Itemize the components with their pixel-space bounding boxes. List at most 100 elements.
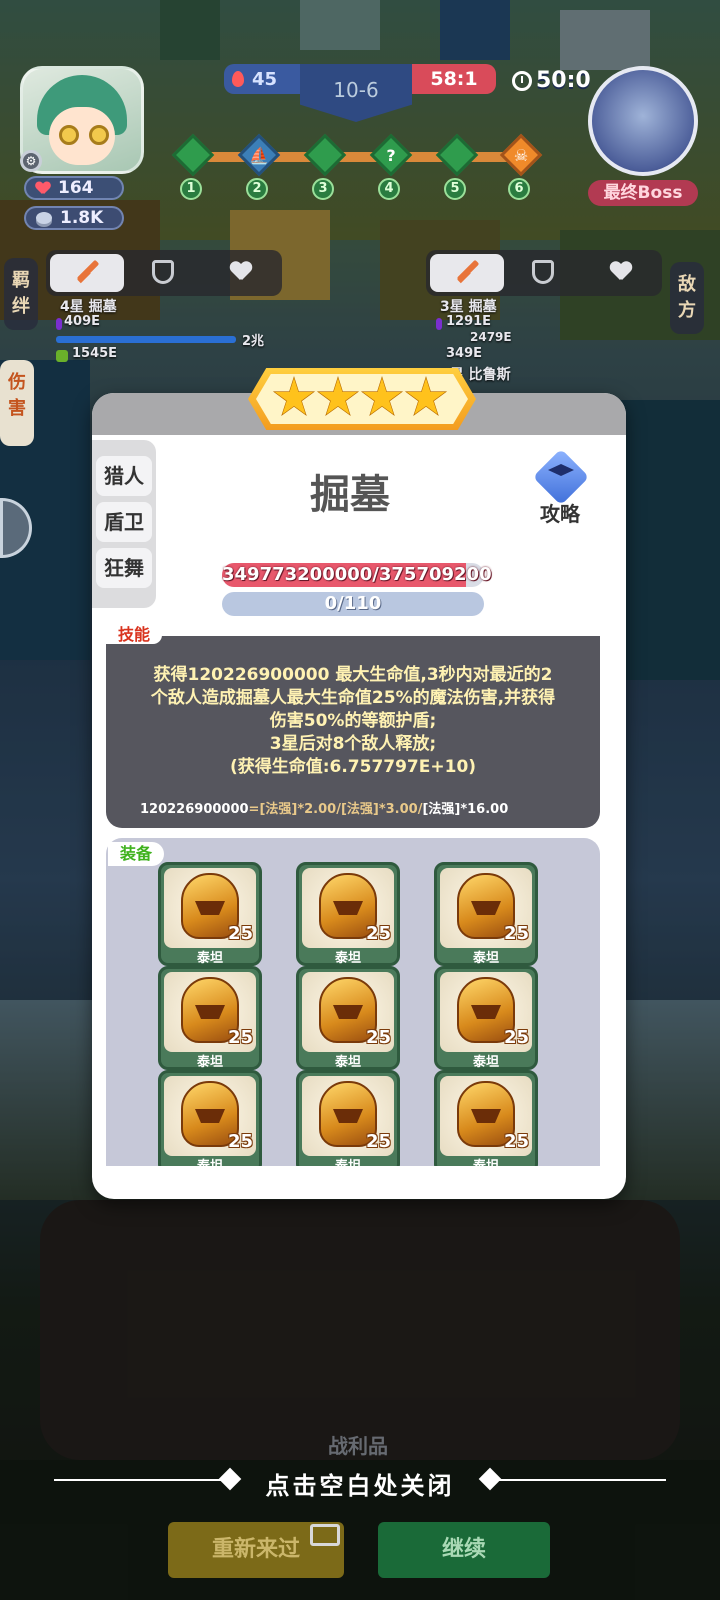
enemy-attack-tab[interactable] <box>430 254 504 292</box>
stage-indicator: 10-6 <box>300 64 412 122</box>
skill-tag: 技能 <box>106 626 163 644</box>
boss-label: 最终Boss <box>588 180 698 206</box>
stage-header: 45 10-6 58:1 <box>224 64 496 124</box>
enemy-unit-panel <box>426 250 662 296</box>
clock-icon <box>512 70 532 91</box>
equipment-name: 泰坦 <box>161 1155 259 1166</box>
enemy-stat-1: 1291E <box>446 314 492 329</box>
avatar-eye <box>89 125 109 145</box>
skill-line: 3星后对8个敌人释放; <box>269 734 437 754</box>
equipment-level: 25 <box>365 1027 391 1048</box>
player-hp-pill: 164 <box>24 176 124 200</box>
hero-name: 掘墓 <box>310 472 390 518</box>
blood-counter: 45 <box>224 64 300 94</box>
spoils-label: 战利品 <box>328 1434 388 1458</box>
stage-node-6-boss: ☠ <box>499 133 543 177</box>
skill-line: 伤害50%的等额护盾; <box>269 711 437 731</box>
stage-num: 6 <box>508 178 530 200</box>
equipment-level: 25 <box>503 1131 529 1152</box>
sword-icon <box>74 260 100 286</box>
stage-node-5 <box>435 133 479 177</box>
enemy-stat-3: 349E <box>446 346 483 361</box>
class-tab-dancer[interactable]: 狂舞 <box>96 548 152 588</box>
ship-icon: ⛵ <box>249 146 269 165</box>
sword-icon <box>454 260 480 286</box>
stat-marker-purple <box>56 318 62 330</box>
equipment-level: 25 <box>503 1027 529 1048</box>
blood-count-value: 45 <box>252 68 278 90</box>
skill-formula: 120226900000=[法强]*2.00/[法强]*3.00/[法强]*16… <box>140 798 508 817</box>
ally-unit-panel <box>46 250 282 296</box>
formula-tail: [法强]*16.00 <box>422 802 509 817</box>
stage-num: 2 <box>246 178 268 200</box>
blood-drop-icon <box>232 71 244 87</box>
hero-mana-bar: 0/110 <box>222 592 484 616</box>
equipment-level: 25 <box>365 1131 391 1152</box>
stage-progress-track: ⛵ ? ☠ 1 2 3 4 5 6 <box>171 132 544 200</box>
avatar-eye <box>59 125 79 145</box>
stage-node-1 <box>171 133 215 177</box>
equipment-level: 25 <box>365 923 391 944</box>
formula-value: 120226900000 <box>140 802 249 817</box>
close-hint[interactable]: 点击空白处关闭 <box>0 1466 720 1501</box>
shield-icon[interactable] <box>532 260 554 284</box>
ally-stat-1: 409E <box>64 314 101 329</box>
equipment-slot[interactable]: 25 泰坦 <box>296 1070 400 1166</box>
timer-value: 50:0 <box>536 68 591 93</box>
equipment-slot[interactable]: 25 泰坦 <box>434 1070 538 1166</box>
skill-description: 获得120226900000 最大生命值,3秒内对最近的2 个敌人造成掘墓人最大… <box>120 664 586 779</box>
stage-num: 3 <box>312 178 334 200</box>
class-tab-hunter[interactable]: 猎人 <box>96 456 152 496</box>
equipment-tag: 装备 <box>108 842 165 866</box>
bond-tab[interactable]: 羁绊 <box>4 258 38 330</box>
equipment-slot[interactable]: 25 泰坦 <box>158 1070 262 1166</box>
heart-icon <box>36 182 50 195</box>
equipment-slot[interactable]: 25 泰坦 <box>434 862 538 966</box>
heart-icon[interactable] <box>230 262 252 282</box>
skull-icon: ☠ <box>513 146 529 165</box>
equipment-level: 25 <box>227 1027 253 1048</box>
formula-expression: =[法强]*2.00/[法强]*3.00/ <box>248 802 423 817</box>
video-ad-icon <box>310 1524 340 1546</box>
equipment-section[interactable]: 25 泰坦 25 泰坦 25 泰坦 25 泰坦 25 泰坦 25 泰坦 25 泰坦 25 泰坦 25 泰坦 <box>106 838 600 1166</box>
ally-attack-tab[interactable] <box>50 254 124 292</box>
stage-node-3 <box>303 133 347 177</box>
equipment-slot[interactable]: 25 泰坦 <box>296 966 400 1070</box>
ally-stat-2: 1545E <box>72 346 118 361</box>
equipment-slot[interactable]: 25 泰坦 <box>158 966 262 1070</box>
stage-num: 5 <box>444 178 466 200</box>
equipment-level: 25 <box>503 923 529 944</box>
guide-label: 攻略 <box>540 502 580 526</box>
shield-icon[interactable] <box>152 260 174 284</box>
stat-marker-purple <box>436 318 442 330</box>
skill-line: (获得生命值:6.757797E+10) <box>229 757 477 777</box>
ally-bar-label: 2兆 <box>242 334 265 349</box>
guide-cube-icon <box>532 448 590 506</box>
player-hp-value: 164 <box>58 178 94 198</box>
stage-num: 4 <box>378 178 400 200</box>
equipment-slot[interactable]: 25 泰坦 <box>158 862 262 966</box>
stage-node-4: ? <box>369 133 413 177</box>
enemy-tab[interactable]: 敌方 <box>670 262 704 334</box>
class-tab-guardian[interactable]: 盾卫 <box>96 502 152 542</box>
equipment-slot[interactable]: 25 泰坦 <box>434 966 538 1070</box>
round-timer: 50:0 <box>512 68 591 93</box>
heart-icon[interactable] <box>610 262 632 282</box>
damage-tab[interactable]: 伤害 <box>0 360 34 446</box>
equipment-name: 泰坦 <box>196 1055 223 1070</box>
enemy-stat-2: 2479E <box>470 330 512 344</box>
boss-avatar[interactable] <box>588 66 698 176</box>
equipment-name: 泰坦 <box>472 1055 499 1070</box>
equipment-slot[interactable]: 25 泰坦 <box>296 862 400 966</box>
equipment-name: 泰坦 <box>299 1155 397 1166</box>
equipment-name: 泰坦 <box>472 951 499 966</box>
equipment-level: 25 <box>227 923 253 944</box>
settings-gear-icon[interactable]: ⚙ <box>20 150 42 172</box>
player-gold-pill: 1.8K <box>24 206 124 230</box>
skill-line: 获得120226900000 最大生命值,3秒内对最近的2 <box>153 665 553 685</box>
continue-button[interactable]: 继续 <box>378 1522 550 1578</box>
guide-button[interactable]: 攻略 <box>526 448 594 526</box>
equipment-name: 泰坦 <box>334 1055 361 1070</box>
enemy-unit-name: 3星 掘墓 <box>440 299 497 315</box>
coin-stack-icon <box>36 212 52 224</box>
